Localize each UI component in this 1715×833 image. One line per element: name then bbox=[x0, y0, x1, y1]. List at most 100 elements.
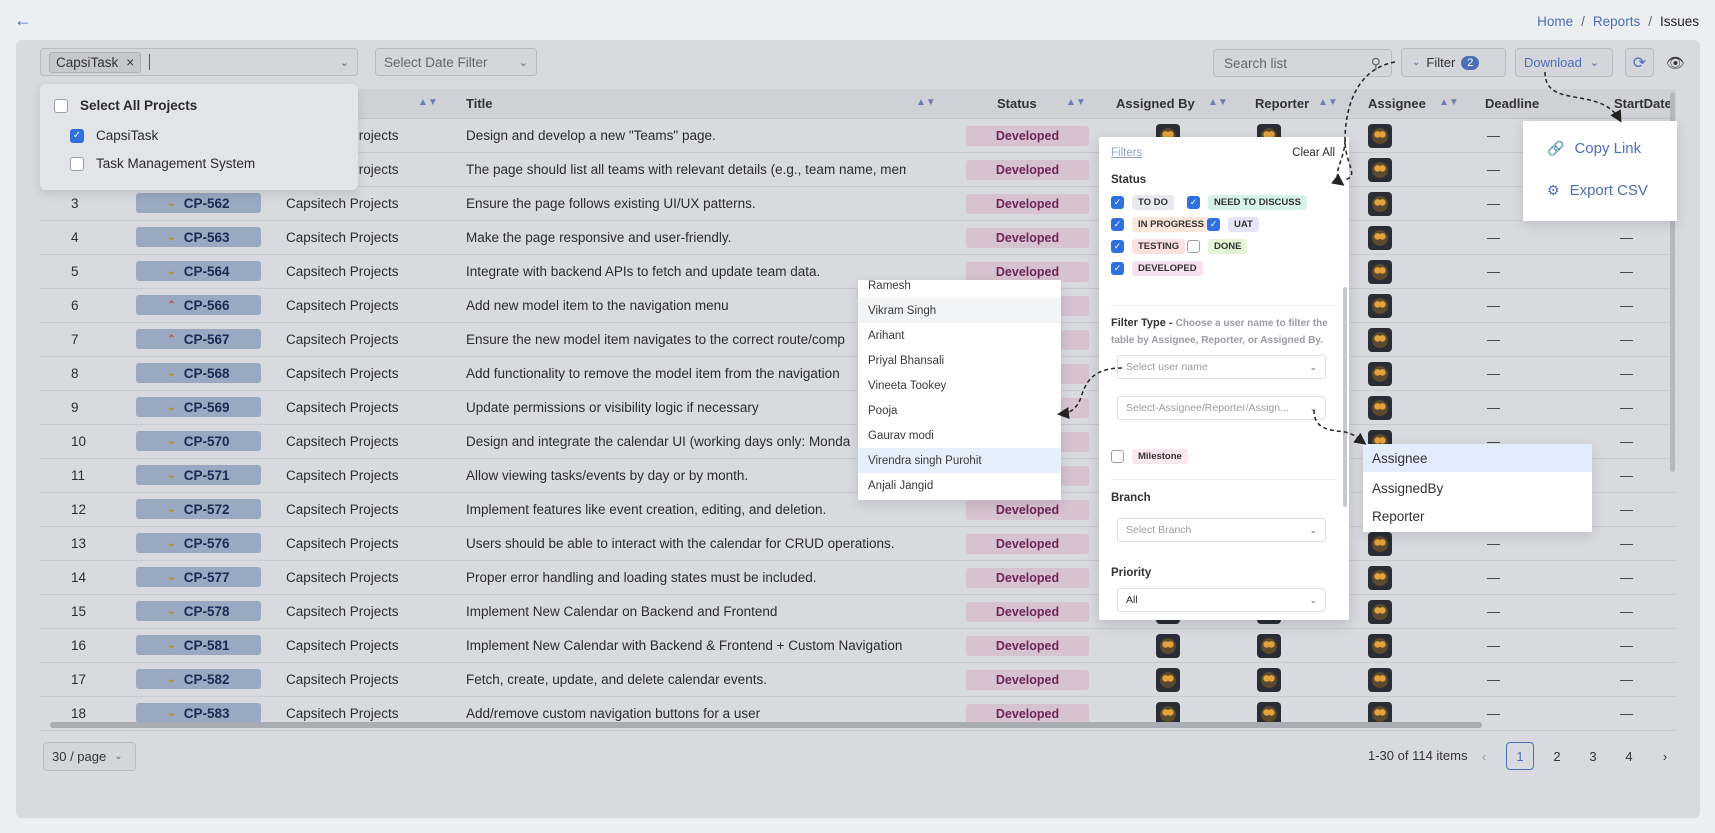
user-option[interactable]: Gaurav modi bbox=[858, 423, 1061, 448]
user-option[interactable]: Virendra singh Purohit bbox=[858, 448, 1061, 473]
issue-title[interactable]: Design and integrate the calendar UI (wo… bbox=[466, 434, 906, 449]
issue-title[interactable]: Allow viewing tasks/events by day or by … bbox=[466, 468, 906, 483]
sort-icon[interactable]: ▲▼ bbox=[1439, 97, 1459, 108]
user-option[interactable]: Pooja bbox=[858, 398, 1061, 423]
eye-icon[interactable]: 👁 bbox=[1666, 54, 1685, 72]
page-4-button[interactable]: 4 bbox=[1615, 742, 1643, 770]
status-option[interactable]: DONE bbox=[1187, 239, 1248, 254]
user-name-select[interactable]: Select user name ⌄ bbox=[1117, 355, 1326, 379]
sort-icon[interactable]: ▲▼ bbox=[1318, 97, 1338, 108]
user-option[interactable]: Arihant bbox=[858, 323, 1061, 348]
filter-button[interactable]: ⌄ Filter 2 bbox=[1401, 48, 1506, 77]
issue-key-badge[interactable]: ⌃ CP-566 bbox=[136, 295, 261, 315]
export-csv-item[interactable]: ⚙ Export CSV bbox=[1547, 182, 1648, 199]
sort-icon[interactable]: ▲▼ bbox=[1066, 97, 1086, 108]
sort-icon[interactable]: ▲▼ bbox=[1208, 97, 1228, 108]
issue-key-badge[interactable]: ⌄ CP-570 bbox=[136, 431, 261, 451]
page-size-select[interactable]: 30 / page ⌄ bbox=[43, 742, 136, 771]
column-title[interactable]: Title bbox=[466, 96, 493, 111]
issue-key-badge[interactable]: ⌄ CP-569 bbox=[136, 397, 261, 417]
table-row[interactable]: 15 ⌄ CP-578 Capsitech Projects Implement New… bbox=[40, 595, 1676, 629]
horizontal-scrollbar[interactable] bbox=[50, 722, 1482, 728]
breadcrumb-reports[interactable]: Reports bbox=[1593, 14, 1640, 29]
checkbox[interactable] bbox=[1187, 240, 1200, 253]
project-select[interactable]: CapsiTask × ⌄ bbox=[40, 48, 358, 76]
branch-select[interactable]: Select Branch ⌄ bbox=[1117, 518, 1326, 542]
issue-title[interactable]: Implement New Calendar on Backend and Fr… bbox=[466, 604, 906, 619]
issue-key-badge[interactable]: ⌄ CP-562 bbox=[136, 193, 261, 213]
select-all-projects[interactable]: Select All Projects bbox=[54, 98, 197, 113]
issue-key-badge[interactable]: ⌄ CP-583 bbox=[136, 703, 261, 723]
issue-title[interactable]: Add functionality to remove the model it… bbox=[466, 366, 906, 381]
table-row[interactable]: 14 ⌄ CP-577 Capsitech Projects Proper error … bbox=[40, 561, 1676, 595]
filter-type-select[interactable]: Select-Assignee/Reporter/Assign... ⌄ bbox=[1117, 396, 1326, 420]
user-option[interactable]: Vikram Singh bbox=[858, 298, 1061, 323]
issue-title[interactable]: The page should list all teams with rele… bbox=[466, 162, 906, 177]
sort-icon[interactable]: ▲▼ bbox=[418, 97, 438, 108]
download-button[interactable]: Download ⌄ bbox=[1515, 48, 1613, 77]
issue-title[interactable]: Design and develop a new "Teams" page. bbox=[466, 128, 906, 143]
checkbox-checked[interactable]: ✓ bbox=[1111, 240, 1124, 253]
page-2-button[interactable]: 2 bbox=[1543, 742, 1571, 770]
issue-title[interactable]: Implement features like event creation, … bbox=[466, 502, 906, 517]
issue-key-badge[interactable]: ⌄ CP-581 bbox=[136, 635, 261, 655]
status-option[interactable]: ✓ TO DO bbox=[1111, 195, 1174, 210]
page-1-button[interactable]: 1 bbox=[1506, 742, 1534, 770]
option-assignee[interactable]: Assignee bbox=[1363, 444, 1592, 472]
issue-title[interactable]: Ensure the new model item navigates to t… bbox=[466, 332, 906, 347]
option-assigned-by[interactable]: AssignedBy bbox=[1363, 474, 1592, 502]
date-filter-select[interactable]: Select Date Filter ⌄ bbox=[375, 48, 537, 76]
user-option[interactable]: Vineeta Tookey bbox=[858, 373, 1061, 398]
column-startdate[interactable]: StartDate bbox=[1614, 96, 1672, 111]
project-option[interactable]: ✓ CapsiTask bbox=[70, 128, 158, 143]
status-option[interactable]: ✓ NEED TO DISCUSS bbox=[1187, 195, 1307, 210]
issue-key-badge[interactable]: ⌄ CP-563 bbox=[136, 227, 261, 247]
table-row[interactable]: 4 ⌄ CP-563 Capsitech Projects Make the page … bbox=[40, 221, 1676, 255]
issue-title[interactable]: Implement New Calendar with Backend & Fr… bbox=[466, 638, 906, 653]
column-reporter[interactable]: Reporter bbox=[1255, 96, 1309, 111]
issue-title[interactable]: Users should be able to interact with th… bbox=[466, 536, 906, 551]
issue-key-badge[interactable]: ⌄ CP-571 bbox=[136, 465, 261, 485]
user-option[interactable]: Ramesh bbox=[858, 280, 1061, 298]
table-row[interactable]: 17 ⌄ CP-582 Capsitech Projects Fetch, create… bbox=[40, 663, 1676, 697]
back-arrow-icon[interactable]: ← bbox=[14, 10, 32, 31]
checkbox[interactable] bbox=[54, 98, 68, 113]
copy-link-item[interactable]: 🔗 Copy Link bbox=[1547, 140, 1641, 157]
checkbox[interactable] bbox=[1111, 450, 1124, 463]
checkbox-checked[interactable]: ✓ bbox=[1111, 262, 1124, 275]
checkbox-checked[interactable]: ✓ bbox=[70, 128, 84, 143]
sort-icon[interactable]: ▲▼ bbox=[916, 97, 936, 108]
status-option[interactable]: ✓ IN PROGRESS bbox=[1111, 217, 1210, 232]
issue-key-badge[interactable]: ⌄ CP-564 bbox=[136, 261, 261, 281]
issue-title[interactable]: Integrate with backend APIs to fetch and… bbox=[466, 264, 906, 279]
issue-key-badge[interactable]: ⌄ CP-582 bbox=[136, 669, 261, 689]
column-assigned-by[interactable]: Assigned By bbox=[1116, 96, 1195, 111]
issue-key-badge[interactable]: ⌄ CP-577 bbox=[136, 567, 261, 587]
issue-title[interactable]: Add new model item to the navigation men… bbox=[466, 298, 906, 313]
column-assignee[interactable]: Assignee bbox=[1368, 96, 1426, 111]
table-row[interactable]: 13 ⌄ CP-576 Capsitech Projects Users should … bbox=[40, 527, 1676, 561]
issue-key-badge[interactable]: ⌄ CP-578 bbox=[136, 601, 261, 621]
issue-title[interactable]: Ensure the page follows existing UI/UX p… bbox=[466, 196, 906, 211]
table-row[interactable]: 16 ⌄ CP-581 Capsitech Projects Implement New… bbox=[40, 629, 1676, 663]
checkbox-checked[interactable]: ✓ bbox=[1187, 196, 1200, 209]
issue-title[interactable]: Fetch, create, update, and delete calend… bbox=[466, 672, 906, 687]
issue-title[interactable]: Make the page responsive and user-friend… bbox=[466, 230, 906, 245]
prev-page-button[interactable]: ‹ bbox=[1470, 742, 1498, 770]
tag-close-icon[interactable]: × bbox=[126, 55, 134, 70]
issue-key-badge[interactable]: ⌄ CP-572 bbox=[136, 499, 261, 519]
breadcrumb-home[interactable]: Home bbox=[1537, 14, 1573, 29]
milestone-checkbox[interactable]: Milestone bbox=[1111, 449, 1188, 464]
checkbox-checked[interactable]: ✓ bbox=[1207, 218, 1220, 231]
issue-key-badge[interactable]: ⌄ CP-576 bbox=[136, 533, 261, 553]
clear-all-button[interactable]: Clear All bbox=[1292, 147, 1335, 159]
project-option[interactable]: Task Management System bbox=[70, 156, 255, 171]
issue-title[interactable]: Add/remove custom navigation buttons for… bbox=[466, 706, 906, 721]
checkbox-checked[interactable]: ✓ bbox=[1111, 218, 1124, 231]
status-option[interactable]: ✓ DEVELOPED bbox=[1111, 261, 1203, 276]
next-page-button[interactable]: › bbox=[1651, 742, 1679, 770]
issue-title[interactable]: Proper error handling and loading states… bbox=[466, 570, 906, 585]
search-input[interactable]: Search list ⚲ bbox=[1213, 49, 1392, 77]
panel-scrollbar[interactable] bbox=[1343, 287, 1347, 507]
issue-key-badge[interactable]: ⌃ CP-567 bbox=[136, 329, 261, 349]
